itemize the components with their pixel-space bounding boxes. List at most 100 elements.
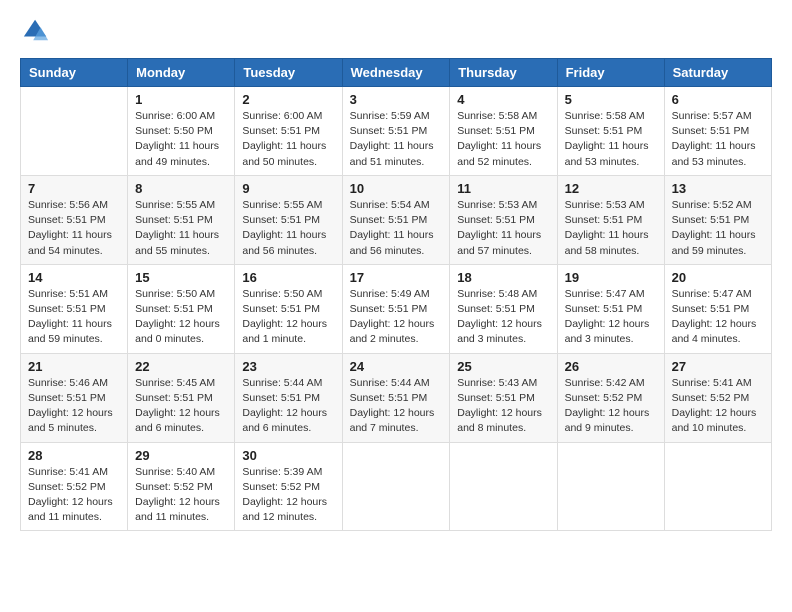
logo: [20, 20, 50, 48]
day-info: Sunrise: 5:55 AMSunset: 5:51 PMDaylight:…: [135, 198, 227, 259]
weekday-header-friday: Friday: [557, 59, 664, 87]
day-number: 10: [350, 181, 443, 196]
day-number: 15: [135, 270, 227, 285]
day-number: 21: [28, 359, 120, 374]
day-info: Sunrise: 5:50 AMSunset: 5:51 PMDaylight:…: [242, 287, 334, 348]
calendar-cell: 23 Sunrise: 5:44 AMSunset: 5:51 PMDayligh…: [235, 353, 342, 442]
calendar-cell: 8 Sunrise: 5:55 AMSunset: 5:51 PMDaylight…: [128, 175, 235, 264]
day-info: Sunrise: 5:40 AMSunset: 5:52 PMDaylight:…: [135, 465, 227, 526]
day-info: Sunrise: 5:51 AMSunset: 5:51 PMDaylight:…: [28, 287, 120, 348]
day-number: 23: [242, 359, 334, 374]
calendar-cell: 1Sunrise: 6:00 AMSunset: 5:50 PMDaylight…: [128, 87, 235, 176]
weekday-header-saturday: Saturday: [664, 59, 771, 87]
weekday-header-sunday: Sunday: [21, 59, 128, 87]
day-info: Sunrise: 5:39 AMSunset: 5:52 PMDaylight:…: [242, 465, 334, 526]
calendar-cell: 24Sunrise: 5:44 AMSunset: 5:51 PMDayligh…: [342, 353, 450, 442]
day-info: Sunrise: 5:53 AMSunset: 5:51 PMDaylight:…: [565, 198, 657, 259]
day-number: 16: [242, 270, 334, 285]
day-info: Sunrise: 5:54 AMSunset: 5:51 PMDaylight:…: [350, 198, 443, 259]
day-info: Sunrise: 6:00 AMSunset: 5:51 PMDaylight:…: [242, 109, 334, 170]
day-number: 26: [565, 359, 657, 374]
day-number: 2: [242, 92, 334, 107]
day-info: Sunrise: 5:47 AMSunset: 5:51 PMDaylight:…: [672, 287, 764, 348]
day-number: 6: [672, 92, 764, 107]
calendar-cell: [664, 442, 771, 531]
weekday-header-tuesday: Tuesday: [235, 59, 342, 87]
day-number: 29: [135, 448, 227, 463]
day-info: Sunrise: 5:55 AMSunset: 5:51 PMDaylight:…: [242, 198, 334, 259]
day-info: Sunrise: 5:48 AMSunset: 5:51 PMDaylight:…: [457, 287, 549, 348]
day-number: 7: [28, 181, 120, 196]
day-info: Sunrise: 5:58 AMSunset: 5:51 PMDaylight:…: [457, 109, 549, 170]
calendar-cell: 10 Sunrise: 5:54 AMSunset: 5:51 PMDayligh…: [342, 175, 450, 264]
day-info: Sunrise: 5:44 AMSunset: 5:51 PMDaylight:…: [350, 376, 443, 437]
calendar-cell: 6 Sunrise: 5:57 AMSunset: 5:51 PMDaylight…: [664, 87, 771, 176]
calendar-week-row: 1Sunrise: 6:00 AMSunset: 5:50 PMDaylight…: [21, 87, 772, 176]
day-number: 12: [565, 181, 657, 196]
day-number: 30: [242, 448, 334, 463]
day-number: 27: [672, 359, 764, 374]
day-number: 14: [28, 270, 120, 285]
day-info: Sunrise: 5:59 AMSunset: 5:51 PMDaylight:…: [350, 109, 443, 170]
calendar-cell: 27 Sunrise: 5:41 AMSunset: 5:52 PMDayligh…: [664, 353, 771, 442]
calendar-cell: 5 Sunrise: 5:58 AMSunset: 5:51 PMDaylight…: [557, 87, 664, 176]
weekday-header-thursday: Thursday: [450, 59, 557, 87]
calendar-cell: 30 Sunrise: 5:39 AMSunset: 5:52 PMDayligh…: [235, 442, 342, 531]
calendar-cell: [342, 442, 450, 531]
day-info: Sunrise: 5:41 AMSunset: 5:52 PMDaylight:…: [672, 376, 764, 437]
day-number: 17: [350, 270, 443, 285]
day-number: 19: [565, 270, 657, 285]
weekday-header-row: SundayMondayTuesdayWednesdayThursdayFrid…: [21, 59, 772, 87]
day-info: Sunrise: 5:42 AMSunset: 5:52 PMDaylight:…: [565, 376, 657, 437]
day-number: 20: [672, 270, 764, 285]
day-info: Sunrise: 5:52 AMSunset: 5:51 PMDaylight:…: [672, 198, 764, 259]
day-info: Sunrise: 5:56 AMSunset: 5:51 PMDaylight:…: [28, 198, 120, 259]
calendar-cell: [557, 442, 664, 531]
calendar-cell: 4 Sunrise: 5:58 AMSunset: 5:51 PMDaylight…: [450, 87, 557, 176]
page-header: [20, 20, 772, 48]
day-info: Sunrise: 5:44 AMSunset: 5:51 PMDaylight:…: [242, 376, 334, 437]
calendar-cell: 14 Sunrise: 5:51 AMSunset: 5:51 PMDayligh…: [21, 264, 128, 353]
calendar-cell: 25 Sunrise: 5:43 AMSunset: 5:51 PMDayligh…: [450, 353, 557, 442]
calendar-week-row: 28Sunrise: 5:41 AMSunset: 5:52 PMDayligh…: [21, 442, 772, 531]
day-number: 22: [135, 359, 227, 374]
day-number: 4: [457, 92, 549, 107]
calendar-cell: 15 Sunrise: 5:50 AMSunset: 5:51 PMDayligh…: [128, 264, 235, 353]
day-number: 25: [457, 359, 549, 374]
weekday-header-wednesday: Wednesday: [342, 59, 450, 87]
day-number: 18: [457, 270, 549, 285]
day-info: Sunrise: 5:58 AMSunset: 5:51 PMDaylight:…: [565, 109, 657, 170]
day-info: Sunrise: 5:49 AMSunset: 5:51 PMDaylight:…: [350, 287, 443, 348]
calendar-cell: 21 Sunrise: 5:46 AMSunset: 5:51 PMDayligh…: [21, 353, 128, 442]
day-info: Sunrise: 5:53 AMSunset: 5:51 PMDaylight:…: [457, 198, 549, 259]
logo-icon: [22, 16, 50, 44]
day-number: 5: [565, 92, 657, 107]
day-number: 1: [135, 92, 227, 107]
calendar-cell: [21, 87, 128, 176]
day-number: 8: [135, 181, 227, 196]
day-info: Sunrise: 5:43 AMSunset: 5:51 PMDaylight:…: [457, 376, 549, 437]
day-number: 11: [457, 181, 549, 196]
day-info: Sunrise: 5:50 AMSunset: 5:51 PMDaylight:…: [135, 287, 227, 348]
calendar-cell: 26 Sunrise: 5:42 AMSunset: 5:52 PMDayligh…: [557, 353, 664, 442]
calendar-cell: 29 Sunrise: 5:40 AMSunset: 5:52 PMDayligh…: [128, 442, 235, 531]
calendar-cell: 18 Sunrise: 5:48 AMSunset: 5:51 PMDayligh…: [450, 264, 557, 353]
calendar-cell: 19Sunrise: 5:47 AMSunset: 5:51 PMDayligh…: [557, 264, 664, 353]
calendar-table: SundayMondayTuesdayWednesdayThursdayFrid…: [20, 58, 772, 531]
day-info: Sunrise: 5:57 AMSunset: 5:51 PMDaylight:…: [672, 109, 764, 170]
calendar-cell: 16 Sunrise: 5:50 AMSunset: 5:51 PMDayligh…: [235, 264, 342, 353]
weekday-header-monday: Monday: [128, 59, 235, 87]
calendar-cell: 7 Sunrise: 5:56 AMSunset: 5:51 PMDaylight…: [21, 175, 128, 264]
calendar-cell: 2 Sunrise: 6:00 AMSunset: 5:51 PMDaylight…: [235, 87, 342, 176]
day-number: 28: [28, 448, 120, 463]
calendar-cell: 3 Sunrise: 5:59 AMSunset: 5:51 PMDaylight…: [342, 87, 450, 176]
calendar-cell: 20 Sunrise: 5:47 AMSunset: 5:51 PMDayligh…: [664, 264, 771, 353]
calendar-week-row: 7 Sunrise: 5:56 AMSunset: 5:51 PMDaylight…: [21, 175, 772, 264]
calendar-cell: 17 Sunrise: 5:49 AMSunset: 5:51 PMDayligh…: [342, 264, 450, 353]
day-number: 3: [350, 92, 443, 107]
day-info: Sunrise: 5:46 AMSunset: 5:51 PMDaylight:…: [28, 376, 120, 437]
day-number: 13: [672, 181, 764, 196]
calendar-week-row: 21 Sunrise: 5:46 AMSunset: 5:51 PMDayligh…: [21, 353, 772, 442]
calendar-week-row: 14 Sunrise: 5:51 AMSunset: 5:51 PMDayligh…: [21, 264, 772, 353]
calendar-cell: 13 Sunrise: 5:52 AMSunset: 5:51 PMDayligh…: [664, 175, 771, 264]
